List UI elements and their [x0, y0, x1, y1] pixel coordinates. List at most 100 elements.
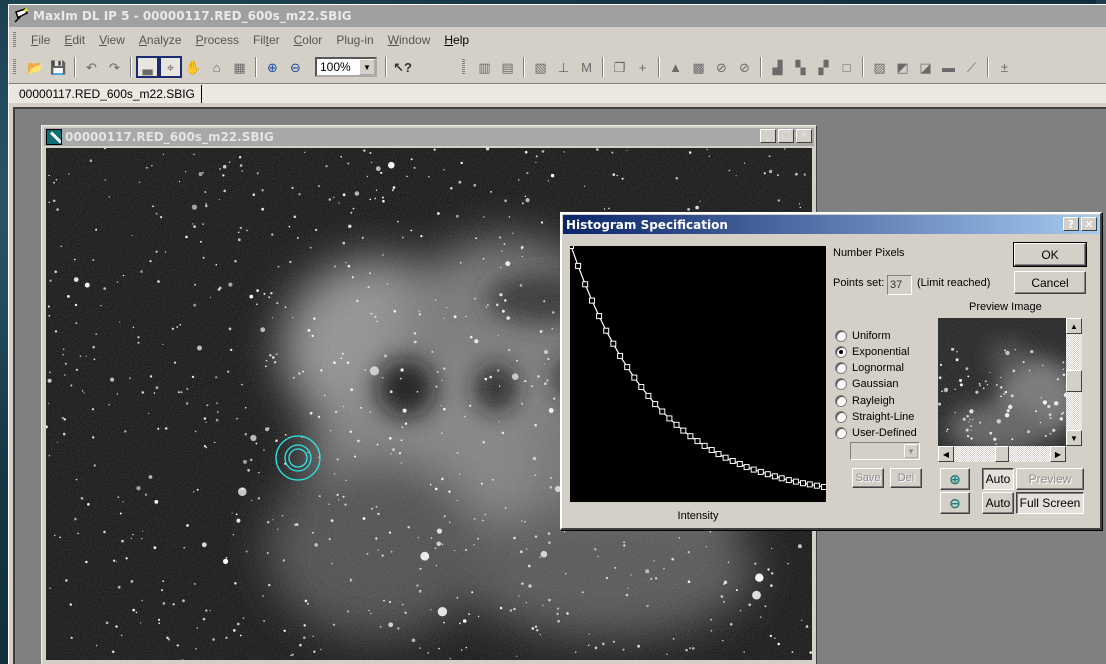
curve-control-point[interactable] — [729, 458, 736, 464]
curve-control-point[interactable] — [570, 246, 574, 249]
help-button[interactable]: ? — [1063, 217, 1079, 231]
curve-control-point[interactable] — [792, 478, 799, 485]
curve-control-point[interactable] — [806, 481, 813, 488]
zoom-level-select[interactable]: 100% ▼ — [315, 57, 377, 77]
menu-analyze[interactable]: Analyze — [132, 30, 189, 50]
radio-rayleigh[interactable]: Rayleigh — [835, 395, 895, 407]
scroll-left-icon[interactable]: ◀ — [938, 446, 954, 462]
histogram-button[interactable]: ▥ — [473, 56, 496, 78]
bar-button[interactable]: ▬ — [937, 56, 960, 78]
menu-file[interactable]: File — [24, 30, 57, 50]
copy-button[interactable]: ❐ — [608, 56, 631, 78]
curve-control-point[interactable] — [701, 442, 708, 449]
curve-control-point[interactable] — [666, 415, 673, 422]
menu-window[interactable]: Window — [381, 30, 438, 50]
add-button[interactable]: + — [631, 56, 654, 78]
menu-plugin[interactable]: Plug-in — [329, 30, 380, 50]
curve-control-point[interactable] — [575, 262, 582, 269]
curve-control-point[interactable] — [610, 340, 617, 347]
save-button[interactable]: Save — [852, 468, 884, 488]
zoom-in-button[interactable]: ⊕ — [261, 56, 284, 78]
radio-button-icon[interactable] — [835, 362, 847, 374]
curve-control-point[interactable] — [603, 327, 610, 334]
dialog-title-bar[interactable]: Histogram Specification ? ✕ — [563, 215, 1099, 234]
curve-control-point[interactable] — [659, 408, 666, 415]
scroll-down-icon[interactable]: ▼ — [1066, 430, 1082, 446]
radio-button-icon[interactable] — [835, 330, 847, 342]
del-button[interactable]: Del — [890, 468, 922, 488]
app-title-bar[interactable]: MaxIm DL IP 5 - 00000117.RED_600s_m22.SB… — [9, 5, 1106, 27]
noise-button[interactable]: ▩ — [687, 56, 710, 78]
open-button[interactable]: 📂 — [24, 56, 47, 78]
horizontal-scroll-thumb[interactable] — [995, 446, 1009, 462]
preview-zoom-in-button[interactable]: ⊕ — [940, 468, 970, 490]
thermometer-button[interactable]: ▲ — [664, 56, 687, 78]
curve-control-point[interactable] — [617, 352, 624, 359]
cancel-button[interactable]: Cancel — [1014, 271, 1086, 294]
curve-control-point[interactable] — [708, 447, 715, 453]
gradient2-button[interactable]: ◩ — [891, 56, 914, 78]
curve-control-point[interactable] — [638, 384, 645, 390]
radio-button-icon[interactable] — [835, 346, 847, 358]
preview-horizontal-scrollbar[interactable]: ◀ ▶ — [938, 446, 1066, 462]
square-button[interactable]: □ — [835, 56, 858, 78]
curve-control-point[interactable] — [722, 454, 729, 461]
menu-view[interactable]: View — [92, 30, 132, 50]
radio-button-icon[interactable] — [835, 378, 847, 390]
vertical-scroll-thumb[interactable] — [1066, 370, 1082, 392]
overlap-button[interactable]: ▚ — [789, 56, 812, 78]
radio-lognormal[interactable]: Lognormal — [835, 362, 904, 374]
auto-preview-toggle[interactable]: Auto — [982, 468, 1014, 490]
lock-button[interactable]: ⌂ — [205, 56, 228, 78]
curve-control-point[interactable] — [631, 374, 638, 381]
pan-button[interactable]: ✋ — [182, 56, 205, 78]
curve-control-point[interactable] — [813, 482, 820, 489]
curve-control-point[interactable] — [757, 468, 764, 475]
curve-control-point[interactable] — [764, 471, 771, 478]
align-button[interactable]: ⊥ — [552, 56, 575, 78]
toolbar-grip[interactable] — [13, 59, 16, 75]
preview-zoom-out-button[interactable]: ⊖ — [940, 492, 970, 514]
filter-circle-button[interactable]: ⊘ — [710, 56, 733, 78]
gradient1-button[interactable]: ▨ — [868, 56, 891, 78]
radio-uniform[interactable]: Uniform — [835, 330, 891, 342]
screen-stretch-button[interactable]: ▃ — [136, 56, 159, 78]
layers-button[interactable]: ▞ — [812, 56, 835, 78]
curve-control-point[interactable] — [680, 427, 687, 434]
menubar-grip[interactable] — [13, 32, 16, 48]
curve-button[interactable]: ⟋ — [960, 56, 983, 78]
image-window-title-bar[interactable]: 00000117.RED_600s_m22.SBIG _ □ ✕ — [44, 128, 814, 146]
maximize-button[interactable]: □ — [778, 129, 794, 143]
gradient3-button[interactable]: ◪ — [914, 56, 937, 78]
radio-exponential[interactable]: Exponential — [835, 346, 910, 358]
dialog-close-button[interactable]: ✕ — [1081, 217, 1097, 231]
menu-help[interactable]: Help — [437, 30, 476, 50]
radio-button-icon[interactable] — [835, 395, 847, 407]
curve-control-point[interactable] — [624, 364, 631, 371]
chevron-down-icon[interactable]: ▼ — [904, 444, 918, 458]
preview-button[interactable]: Preview — [1016, 468, 1084, 490]
stack-button[interactable]: ▤ — [496, 56, 519, 78]
redo-button[interactable]: ↷ — [103, 56, 126, 78]
curve-control-point[interactable] — [694, 438, 701, 445]
menu-edit[interactable]: Edit — [57, 30, 92, 50]
curve-control-point[interactable] — [673, 421, 680, 428]
scroll-up-icon[interactable]: ▲ — [1066, 318, 1082, 334]
ok-button[interactable]: OK — [1013, 242, 1087, 267]
curve-control-point[interactable] — [596, 313, 603, 320]
curve-control-point[interactable] — [785, 477, 792, 484]
curve-control-point[interactable] — [736, 461, 743, 467]
curve-control-point[interactable] — [687, 433, 694, 440]
chevron-down-icon[interactable]: ▼ — [359, 59, 375, 75]
histogram-curve-chart[interactable] — [570, 246, 826, 502]
toolbar2-grip[interactable] — [462, 59, 465, 75]
crosshair-button[interactable]: ⌖ — [159, 56, 182, 78]
auto-fullscreen-toggle[interactable]: Auto — [982, 492, 1014, 514]
curve-control-point[interactable] — [589, 297, 595, 304]
curve-control-point[interactable] — [743, 464, 750, 471]
pixel-math-button[interactable]: ± — [993, 56, 1016, 78]
measure-button[interactable]: M — [575, 56, 598, 78]
curve-control-point[interactable] — [652, 401, 659, 408]
radio-gaussian[interactable]: Gaussian — [835, 378, 898, 390]
bar-chart-button[interactable]: ▟ — [766, 56, 789, 78]
